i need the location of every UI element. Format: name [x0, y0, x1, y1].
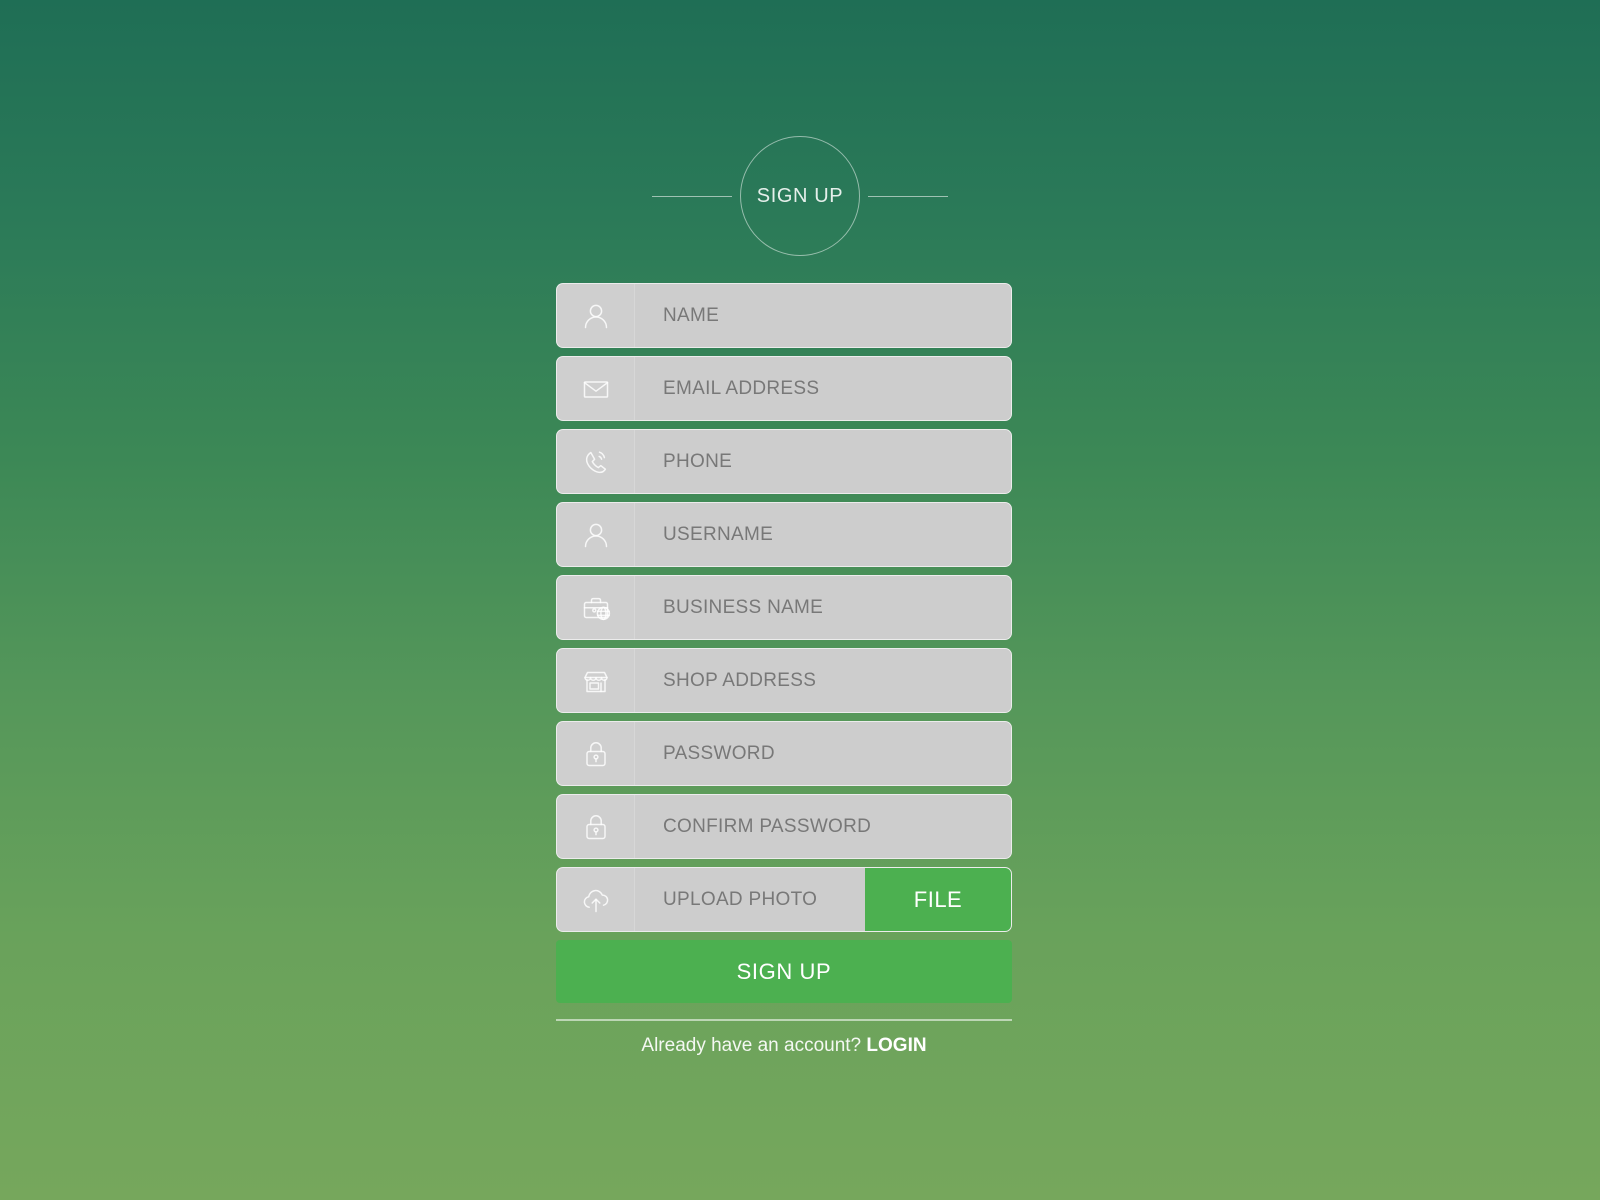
- shop-address-input[interactable]: SHOP ADDRESS: [635, 649, 1011, 712]
- padlock-icon: [557, 795, 635, 858]
- field-row-phone[interactable]: PHONE: [556, 429, 1012, 494]
- email-placeholder: EMAIL ADDRESS: [663, 377, 820, 399]
- confirm-password-input[interactable]: CONFIRM PASSWORD: [635, 795, 1011, 858]
- padlock-icon: [557, 722, 635, 785]
- email-input[interactable]: EMAIL ADDRESS: [635, 357, 1011, 420]
- shop-address-placeholder: SHOP ADDRESS: [663, 669, 817, 691]
- footer-prompt: Already have an account?: [641, 1035, 862, 1056]
- field-row-password[interactable]: PASSWORD: [556, 721, 1012, 786]
- file-button-label: FILE: [913, 886, 963, 912]
- field-row-upload-photo[interactable]: UPLOAD PHOTO FILE: [556, 867, 1012, 932]
- page-header: SIGN UP: [0, 128, 1600, 264]
- confirm-password-placeholder: CONFIRM PASSWORD: [663, 815, 872, 837]
- field-row-shop-address[interactable]: SHOP ADDRESS: [556, 648, 1012, 713]
- password-placeholder: PASSWORD: [663, 742, 775, 764]
- field-row-email[interactable]: EMAIL ADDRESS: [556, 356, 1012, 421]
- name-input[interactable]: NAME: [635, 284, 1011, 347]
- field-row-name[interactable]: NAME: [556, 283, 1012, 348]
- username-placeholder: USERNAME: [663, 523, 774, 545]
- header-circle: SIGN UP: [740, 136, 860, 256]
- footer: Already have an account? LOGIN: [556, 1035, 1012, 1057]
- upload-photo-placeholder: UPLOAD PHOTO: [663, 888, 818, 910]
- login-link[interactable]: LOGIN: [866, 1035, 926, 1056]
- password-input[interactable]: PASSWORD: [635, 722, 1011, 785]
- phone-input[interactable]: PHONE: [635, 430, 1011, 493]
- signup-button[interactable]: SIGN UP: [556, 940, 1012, 1003]
- header-rule-left: [652, 195, 732, 197]
- field-row-username[interactable]: USERNAME: [556, 502, 1012, 567]
- user-icon: [557, 284, 635, 347]
- cloud-upload-icon: [557, 868, 635, 931]
- upload-photo-input[interactable]: UPLOAD PHOTO: [635, 868, 865, 931]
- field-row-business-name[interactable]: BUSINESS NAME: [556, 575, 1012, 640]
- username-input[interactable]: USERNAME: [635, 503, 1011, 566]
- file-button[interactable]: FILE: [865, 868, 1011, 931]
- phone-placeholder: PHONE: [663, 450, 733, 472]
- briefcase-globe-icon: [557, 576, 635, 639]
- user-icon: [557, 503, 635, 566]
- name-placeholder: NAME: [663, 304, 720, 326]
- footer-divider: [556, 1019, 1012, 1021]
- envelope-icon: [557, 357, 635, 420]
- page-title: SIGN UP: [756, 184, 844, 207]
- business-name-input[interactable]: BUSINESS NAME: [635, 576, 1011, 639]
- business-name-placeholder: BUSINESS NAME: [663, 596, 824, 618]
- phone-ring-icon: [557, 430, 635, 493]
- header-rule-right: [868, 195, 948, 197]
- signup-form: NAME EMAIL ADDRESS PHONE USERNAME BUSINE…: [556, 283, 1012, 1057]
- field-row-confirm-password[interactable]: CONFIRM PASSWORD: [556, 794, 1012, 859]
- storefront-icon: [557, 649, 635, 712]
